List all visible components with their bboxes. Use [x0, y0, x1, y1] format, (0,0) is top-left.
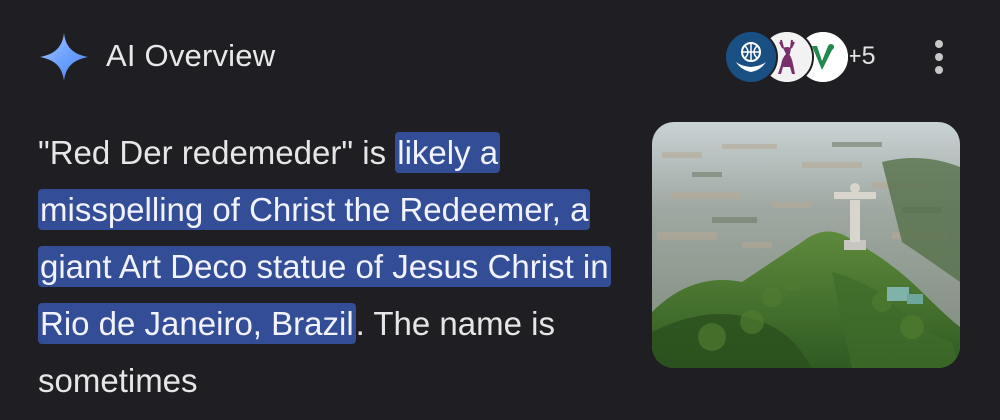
more-vert-icon[interactable]: [924, 34, 954, 80]
ai-overview-header: AI Overview +5: [36, 28, 966, 88]
overview-text-before: "Red Der redemeder" is: [38, 134, 396, 171]
globe-hands-logo-icon[interactable]: [724, 30, 778, 84]
christ-the-redeemer-photo[interactable]: [652, 122, 960, 368]
sparkle-icon: [38, 31, 90, 83]
ai-overview-card: AI Overview +5 "Red Der redemeder" is li…: [0, 0, 1000, 420]
source-avatars[interactable]: +5: [724, 30, 884, 84]
overview-paragraph: "Red Der redemeder" is likely a misspell…: [38, 124, 638, 409]
ai-overview-title: AI Overview: [106, 38, 276, 73]
more-sources-count[interactable]: +5: [847, 42, 876, 71]
